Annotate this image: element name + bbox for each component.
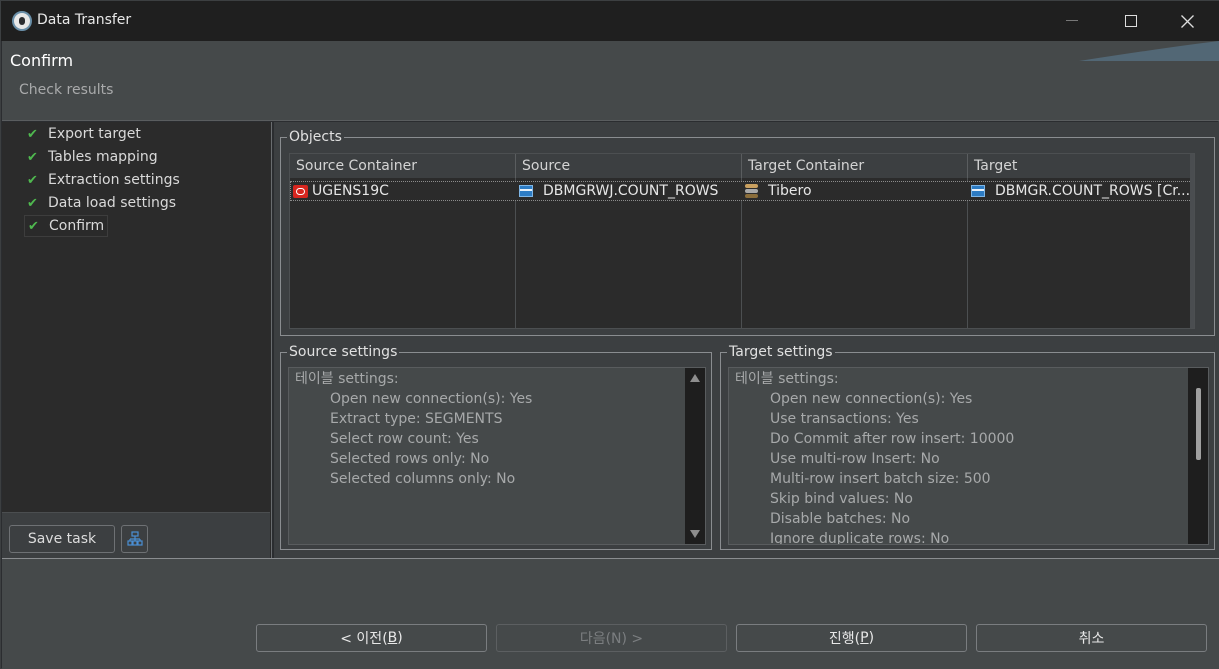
close-icon <box>1180 14 1194 28</box>
settings-line: Open new connection(s): Yes <box>330 391 533 407</box>
scroll-up-icon[interactable] <box>690 374 700 382</box>
app-logo-icon <box>12 11 32 31</box>
task-tree-icon <box>126 531 143 546</box>
target-settings-label: Target settings <box>727 344 835 360</box>
objects-group-label: Objects <box>287 129 344 145</box>
page-title: Confirm <box>10 51 74 70</box>
cancel-button[interactable]: 취소 <box>976 624 1207 652</box>
wizard-header: Confirm Check results <box>2 41 1219 121</box>
mnemonic-key: B <box>387 630 398 646</box>
settings-line: Selected rows only: No <box>330 451 490 467</box>
step-label: Tables mapping <box>48 149 158 165</box>
step-label: Confirm <box>49 218 105 234</box>
cell-text: UGENS19C <box>312 183 389 199</box>
back-button[interactable]: < 이전(B) <box>256 624 487 652</box>
settings-line: Disable batches: No <box>770 511 911 527</box>
check-icon: ✔ <box>27 172 38 188</box>
header-banner-graphic <box>1079 41 1219 61</box>
check-icon: ✔ <box>28 218 39 234</box>
settings-line: Ignore duplicate rows: No <box>770 531 950 545</box>
data-transfer-window: Data Transfer Confirm Check results ✔ Ex… <box>0 0 1219 669</box>
proceed-button[interactable]: 진행(P) <box>736 624 967 652</box>
mnemonic-key: P <box>860 630 869 646</box>
column-header-target[interactable]: Target <box>968 154 1194 178</box>
minimize-button[interactable] <box>1049 1 1095 41</box>
step-extraction-settings[interactable]: ✔ Extraction settings <box>24 169 183 191</box>
scroll-down-icon[interactable] <box>690 530 700 538</box>
settings-line: Skip bind values: No <box>770 491 913 507</box>
source-settings-group: Source settings 테이블 settings: Open new c… <box>280 344 712 550</box>
table-body: UGENS19C DBMGRWJ.COUNT_ROWS Tibero DBMGR… <box>290 178 1194 328</box>
button-label-end: ) <box>397 630 403 646</box>
settings-line: Extract type: SEGMENTS <box>330 411 503 427</box>
step-export-target[interactable]: ✔ Export target <box>24 123 144 145</box>
settings-line: Select row count: Yes <box>330 431 479 447</box>
column-header-target-container[interactable]: Target Container <box>742 154 968 178</box>
source-settings-label: Source settings <box>287 344 400 360</box>
maximize-button[interactable] <box>1108 1 1154 41</box>
check-icon: ✔ <box>27 149 38 165</box>
steps-list: ✔ Export target ✔ Tables mapping ✔ Extra… <box>2 122 270 512</box>
settings-heading: 테이블 settings: <box>295 371 399 387</box>
minimize-icon <box>1066 20 1078 21</box>
wizard-button-bar: < 이전(B) 다음(N) > 진행(P) 취소 <box>2 558 1219 669</box>
content-panel: Objects Source Container Source Target C… <box>274 122 1219 558</box>
cell-text: DBMGR.COUNT_ROWS [Cr... <box>995 183 1191 199</box>
settings-line: Use transactions: Yes <box>770 411 919 427</box>
table-header: Source Container Source Target Container… <box>290 154 1194 178</box>
button-label-end: ) <box>868 630 875 646</box>
oracle-icon <box>293 184 308 198</box>
button-label: 진행( <box>828 631 861 647</box>
step-label: Extraction settings <box>48 172 180 188</box>
column-header-source-container[interactable]: Source Container <box>290 154 516 178</box>
button-label: 다음(N) > <box>579 631 644 647</box>
cell-source-container: UGENS19C <box>291 182 515 200</box>
step-data-load-settings[interactable]: ✔ Data load settings <box>24 192 179 214</box>
steps-panel: ✔ Export target ✔ Tables mapping ✔ Extra… <box>2 122 272 558</box>
objects-group: Objects Source Container Source Target C… <box>280 129 1215 336</box>
button-label: < 이전( <box>340 631 388 647</box>
cell-target: DBMGR.COUNT_ROWS [Cr... <box>967 182 1191 200</box>
target-settings-text[interactable]: 테이블 settings: Open new connection(s): Ye… <box>728 367 1209 545</box>
step-confirm[interactable]: ✔ Confirm <box>24 215 109 237</box>
source-settings-text[interactable]: 테이블 settings: Open new connection(s): Ye… <box>288 367 706 545</box>
database-icon <box>745 184 758 198</box>
next-button[interactable]: 다음(N) > <box>496 624 727 652</box>
step-label: Data load settings <box>48 195 177 211</box>
task-config-button[interactable] <box>121 525 148 553</box>
target-settings-group: Target settings 테이블 settings: Open new c… <box>720 344 1215 550</box>
check-icon: ✔ <box>27 195 38 211</box>
settings-heading: 테이블 settings: <box>735 371 839 387</box>
table-row[interactable]: UGENS19C DBMGRWJ.COUNT_ROWS Tibero DBMGR… <box>290 181 1192 201</box>
table-icon <box>971 185 985 197</box>
table-scrollbar[interactable] <box>1190 154 1194 328</box>
settings-line: Use multi-row Insert: No <box>770 451 940 467</box>
cell-text: Tibero <box>768 183 812 199</box>
check-icon: ✔ <box>27 126 38 142</box>
settings-line: Selected columns only: No <box>330 471 516 487</box>
save-task-button[interactable]: Save task <box>9 525 115 553</box>
cell-source: DBMGRWJ.COUNT_ROWS <box>515 182 741 200</box>
column-header-source[interactable]: Source <box>516 154 742 178</box>
scroll-thumb[interactable] <box>1196 388 1201 460</box>
close-button[interactable] <box>1164 1 1210 41</box>
objects-table: Source Container Source Target Container… <box>289 153 1195 329</box>
table-icon <box>519 185 533 197</box>
cell-target-container: Tibero <box>741 182 967 200</box>
step-tables-mapping[interactable]: ✔ Tables mapping <box>24 146 161 168</box>
left-actions: Save task <box>2 512 270 558</box>
step-label: Export target <box>48 126 141 142</box>
settings-line: Do Commit after row insert: 10000 <box>770 431 1015 447</box>
title-bar: Data Transfer <box>1 1 1219 41</box>
window-title: Data Transfer <box>37 12 132 28</box>
target-scrollbar[interactable] <box>1188 368 1208 544</box>
source-scrollbar[interactable] <box>685 368 705 544</box>
cell-text: DBMGRWJ.COUNT_ROWS <box>543 183 719 199</box>
page-subtitle: Check results <box>19 82 114 98</box>
button-label: 취소 <box>1078 631 1105 647</box>
maximize-icon <box>1125 15 1137 27</box>
settings-line: Multi-row insert batch size: 500 <box>770 471 991 487</box>
settings-line: Open new connection(s): Yes <box>770 391 973 407</box>
